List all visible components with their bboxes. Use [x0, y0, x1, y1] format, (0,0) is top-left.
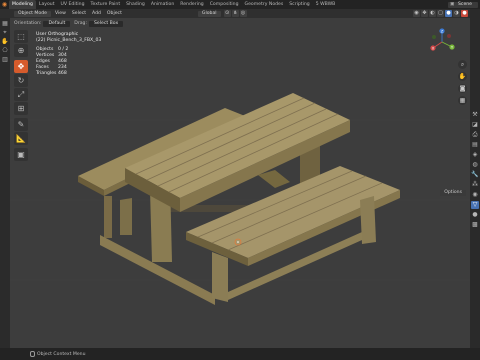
view-layer-icon[interactable]: ▤	[471, 141, 479, 149]
tool-properties-icon[interactable]: ⚒	[471, 111, 479, 119]
tool-shelf: ⬚ ⊕ ✥ ↻ ⤢ ⊞ ✎ 📐 ▣	[14, 30, 30, 162]
menu-select[interactable]: Select	[70, 11, 88, 17]
rotate-tool-icon[interactable]: ↻	[14, 74, 28, 87]
tab-compositing[interactable]: Compositing	[207, 0, 242, 9]
drag-label: Drag:	[74, 21, 87, 26]
mode-dropdown[interactable]: Object Mode	[14, 10, 51, 17]
viewport-navigation: ⌕ ✋ ◙ ▦	[458, 60, 468, 108]
tool-settings-bar: Orientation: Default Drag: Select Box	[14, 19, 127, 28]
navigation-gizmo[interactable]: Z X Y	[428, 28, 456, 56]
select-box-tool-icon[interactable]: ⬚	[14, 30, 28, 43]
mouse-right-icon	[30, 351, 35, 357]
tab-shading[interactable]: Shading	[123, 0, 148, 9]
tab-texture-paint[interactable]: Texture Paint	[88, 0, 124, 9]
xray-icon[interactable]: ▢	[437, 10, 444, 17]
world-properties-icon[interactable]: ◍	[471, 161, 479, 169]
material-preview-icon[interactable]: ◑	[453, 10, 460, 17]
overlays-icon[interactable]: ◐	[429, 10, 436, 17]
tab-uv-editing[interactable]: UV Editing	[58, 0, 88, 9]
status-bar: Object Context Menu	[0, 348, 480, 360]
cursor-tool-icon[interactable]: ⊕	[14, 44, 28, 57]
pivot-icon[interactable]: ⊙	[223, 10, 231, 17]
render-properties-icon[interactable]: ◪	[471, 121, 479, 129]
scene-icon: ▣	[450, 1, 455, 7]
object-data-icon[interactable]: ▽	[471, 201, 479, 209]
stat-value: 468	[58, 71, 67, 76]
gizmo-toggle-icon[interactable]: ✥	[421, 10, 428, 17]
proportional-edit-icon[interactable]: ◎	[239, 10, 247, 17]
particles-icon[interactable]: ⁂	[471, 181, 479, 189]
tab-animation[interactable]: Animation	[148, 0, 177, 9]
rendered-shading-icon[interactable]: ●	[461, 10, 468, 17]
physics-icon[interactable]: ◉	[471, 191, 479, 199]
perspective-toggle-icon[interactable]: ▦	[458, 96, 467, 105]
options-dropdown[interactable]: Options	[440, 190, 466, 196]
viewport-header: Object Mode View Select Add Object Globa…	[0, 9, 480, 18]
stat-key: Triangles	[36, 71, 57, 76]
status-hint: Object Context Menu	[37, 351, 86, 357]
solid-shading-icon[interactable]: ●	[445, 10, 452, 17]
pan-hand-icon[interactable]: ✋	[458, 72, 467, 81]
scene-selector[interactable]: ▣ Scene	[448, 1, 478, 8]
annotate-tool-icon[interactable]: ✎	[14, 118, 28, 131]
tab-rendering[interactable]: Rendering	[177, 0, 206, 9]
modifier-wrench-icon[interactable]: 🔧	[471, 171, 479, 179]
scene-label: Scene	[458, 1, 473, 7]
texture-icon[interactable]: ▩	[471, 221, 479, 229]
move-tool-icon[interactable]: ✥	[14, 60, 28, 73]
menu-view[interactable]: View	[53, 11, 68, 17]
material-icon[interactable]: ●	[471, 211, 479, 219]
left-editor-strip: ▦ ⌖ ✋ ⎔ ▥	[0, 18, 10, 348]
output-properties-icon[interactable]: ⎙	[471, 131, 479, 139]
menu-object[interactable]: Object	[105, 11, 124, 17]
snap-icon[interactable]: ⋔	[231, 10, 239, 17]
stat-row: Triangles 468	[36, 71, 101, 77]
orientation-label: Orientation:	[14, 21, 42, 26]
active-object-name: (22) Picnic_Bench_3_FBX_03	[36, 38, 102, 43]
measure-tool-icon[interactable]: 📐	[14, 132, 28, 145]
tab-layout[interactable]: Layout	[36, 0, 58, 9]
properties-tabs-strip: ⚒ ◪ ⎙ ▤ ◈ ◍ 🔧 ⁂ ◉ ▽ ● ▩	[470, 9, 480, 348]
scene-properties-icon[interactable]: ◈	[471, 151, 479, 159]
blender-logo-icon[interactable]: ◉	[0, 0, 9, 9]
visibility-icon[interactable]: ◉	[413, 10, 420, 17]
menu-add[interactable]: Add	[90, 11, 103, 17]
camera-view-icon[interactable]: ◙	[458, 84, 467, 93]
move-view-icon[interactable]: ✋	[1, 38, 9, 45]
viewport-stats-overlay: User Orthographic (22) Picnic_Bench_3_FB…	[36, 32, 101, 77]
transform-tool-icon[interactable]: ⊞	[14, 102, 28, 115]
transform-orientation-dropdown[interactable]: Global	[197, 10, 221, 17]
editor-type-icon[interactable]: ▦	[1, 20, 9, 27]
grid-icon[interactable]: ▥	[1, 56, 9, 63]
orientation-dropdown[interactable]: Default	[43, 20, 71, 27]
cursor-tool-icon[interactable]: ⌖	[1, 29, 9, 36]
tab-custom[interactable]: 5 WBWB	[313, 0, 339, 9]
tab-scripting[interactable]: Scripting	[286, 0, 312, 9]
tab-geometry-nodes[interactable]: Geometry Nodes	[242, 0, 287, 9]
zoom-icon[interactable]: ⌕	[458, 60, 467, 69]
add-cube-tool-icon[interactable]: ▣	[14, 148, 28, 161]
workspace-tabs-bar: ◉ Modeling Layout UV Editing Texture Pai…	[0, 0, 480, 9]
tab-modeling[interactable]: Modeling	[9, 0, 36, 9]
scale-tool-icon[interactable]: ⤢	[14, 88, 28, 101]
drag-dropdown[interactable]: Select Box	[89, 20, 124, 27]
camera-icon[interactable]: ⎔	[1, 47, 9, 54]
